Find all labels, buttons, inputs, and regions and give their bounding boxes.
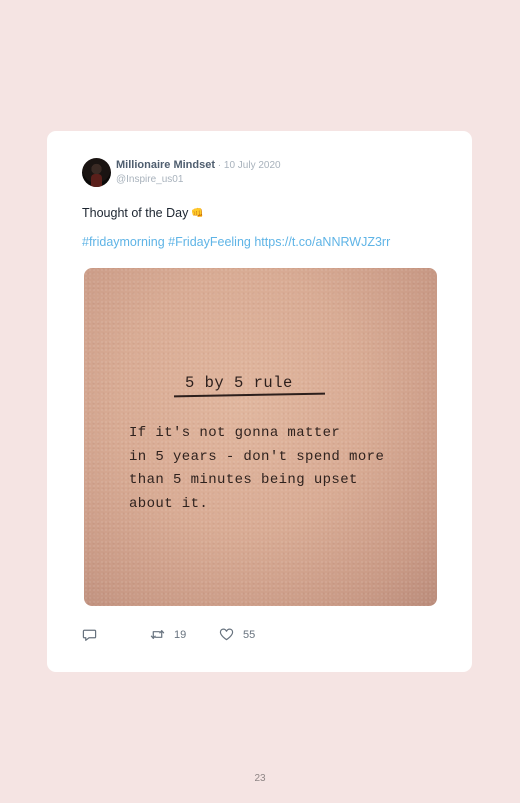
retweet-count: 19 xyxy=(174,628,187,641)
hashtag-fridaymorning[interactable]: #fridaymorning xyxy=(82,235,165,249)
page-number: 23 xyxy=(254,773,266,784)
reply-button[interactable] xyxy=(82,627,97,642)
tweet-text: Thought of the Day 👊 xyxy=(82,206,204,220)
image-title-underline xyxy=(173,392,326,398)
like-count: 55 xyxy=(243,628,256,641)
tweet-actions: 19 55 xyxy=(82,627,382,643)
reply-icon xyxy=(82,629,97,641)
tweet-text-content: Thought of the Day xyxy=(82,206,189,220)
tweet-card: Millionaire Mindset · 10 July 2020 @Insp… xyxy=(47,131,472,672)
author-handle[interactable]: @Inspire_us01 xyxy=(116,174,183,185)
tweet-links: #fridaymorning #FridayFeeling https://t.… xyxy=(82,235,390,249)
retweet-button[interactable]: 19 xyxy=(150,627,186,642)
image-quote: If it's not gonna matter in 5 years - do… xyxy=(129,425,385,512)
tweet-date[interactable]: 10 July 2020 xyxy=(224,160,281,171)
author-line: Millionaire Mindset · 10 July 2020 xyxy=(116,159,281,171)
hashtag-fridayfeeling[interactable]: #FridayFeeling xyxy=(168,235,251,249)
author-name[interactable]: Millionaire Mindset xyxy=(116,159,215,171)
retweet-icon xyxy=(150,630,165,639)
avatar[interactable] xyxy=(82,158,111,187)
tweet-link[interactable]: https://t.co/aNNRWJZ3rr xyxy=(254,235,390,249)
heart-icon xyxy=(219,628,234,641)
like-button[interactable]: 55 xyxy=(219,627,255,642)
tweet-image[interactable]: 5 by 5 rule If it's not gonna matter in … xyxy=(84,268,437,606)
image-title: 5 by 5 rule xyxy=(185,374,293,392)
fist-emoji-icon: 👊 xyxy=(191,208,204,219)
separator: · xyxy=(215,160,224,171)
